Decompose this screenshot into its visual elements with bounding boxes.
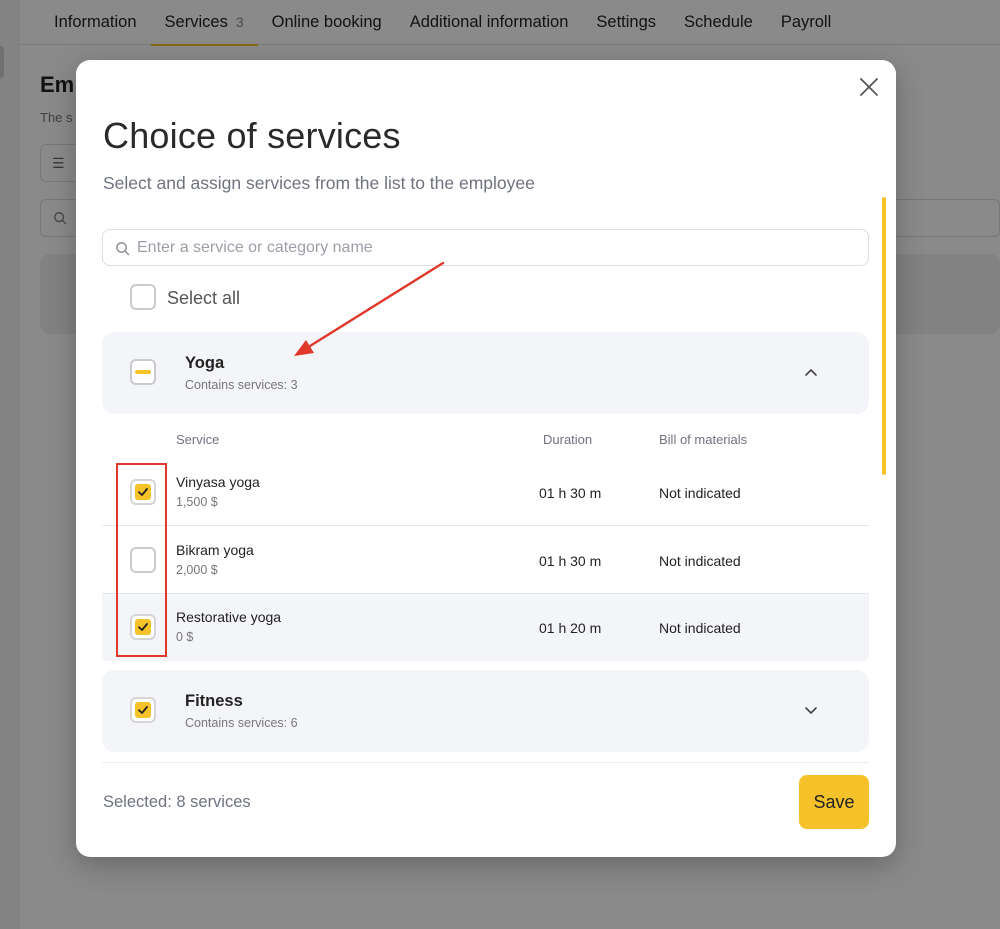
service-duration: 01 h 30 m xyxy=(539,553,602,569)
category-name: Yoga xyxy=(185,354,225,372)
search-input[interactable] xyxy=(137,230,857,265)
scrollbar[interactable] xyxy=(882,197,886,475)
service-name: Vinyasa yoga xyxy=(176,474,260,490)
chevron-down-icon[interactable] xyxy=(804,705,818,715)
category-fitness-checkbox[interactable] xyxy=(130,697,156,723)
category-yoga-checkbox[interactable] xyxy=(130,359,156,385)
annotation-highlight-box xyxy=(116,463,167,657)
service-name: Bikram yoga xyxy=(176,542,254,558)
partial-indicator xyxy=(135,370,151,374)
close-icon xyxy=(860,78,878,96)
column-duration: Duration xyxy=(543,432,593,447)
service-bom: Not indicated xyxy=(659,553,741,569)
selected-count: Selected: 8 services xyxy=(103,793,251,811)
save-button[interactable]: Save xyxy=(799,775,869,829)
close-button[interactable] xyxy=(856,74,882,100)
service-bom: Not indicated xyxy=(659,620,741,636)
choice-of-services-modal: Choice of services Select and assign ser… xyxy=(76,60,896,857)
service-price: 2,000 $ xyxy=(176,563,218,577)
column-bill-of-materials: Bill of materials xyxy=(659,432,748,447)
annotation-arrow-icon xyxy=(294,261,445,356)
table-row[interactable]: Bikram yoga 2,000 $ 01 h 30 m Not indica… xyxy=(102,527,869,594)
services-table-header: Service Duration Bill of materials xyxy=(102,432,869,452)
select-all-checkbox[interactable] xyxy=(130,284,156,310)
service-duration: 01 h 30 m xyxy=(539,485,602,501)
table-row[interactable]: Restorative yoga 0 $ 01 h 20 m Not indic… xyxy=(102,594,869,661)
search-icon xyxy=(116,242,130,256)
select-all-label: Select all xyxy=(167,288,241,308)
service-name: Restorative yoga xyxy=(176,609,282,625)
category-fitness[interactable]: Fitness Contains services: 6 xyxy=(102,670,869,752)
category-name: Fitness xyxy=(185,692,243,710)
service-bom: Not indicated xyxy=(659,485,741,501)
service-price: 0 $ xyxy=(176,630,194,644)
check-icon xyxy=(138,706,148,714)
column-service: Service xyxy=(176,432,220,447)
service-price: 1,500 $ xyxy=(176,495,218,509)
modal-title: Choice of services xyxy=(103,115,401,156)
category-meta: Contains services: 6 xyxy=(185,716,298,730)
footer-divider xyxy=(102,762,869,763)
service-search xyxy=(102,229,869,266)
category-yoga[interactable]: Yoga Contains services: 3 xyxy=(102,332,869,414)
category-meta: Contains services: 3 xyxy=(185,378,298,392)
chevron-up-icon[interactable] xyxy=(804,367,818,377)
modal-subtitle: Select and assign services from the list… xyxy=(103,173,535,193)
service-duration: 01 h 20 m xyxy=(539,620,602,636)
table-row[interactable]: Vinyasa yoga 1,500 $ 01 h 30 m Not indic… xyxy=(102,459,869,526)
